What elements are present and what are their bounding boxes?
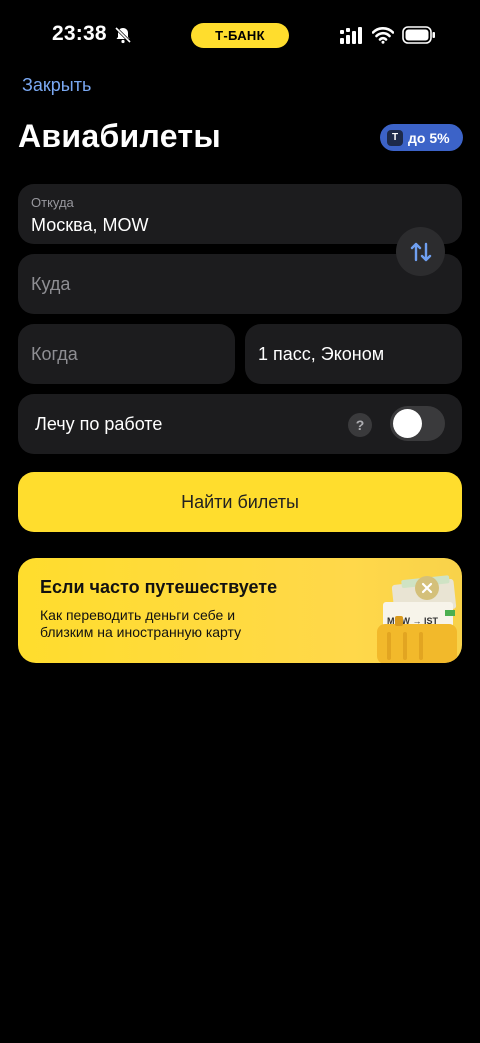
from-value: Москва, MOW [31, 215, 149, 235]
wifi-icon [372, 27, 394, 44]
from-field[interactable]: Откуда Москва, MOW [18, 184, 462, 244]
to-placeholder: Куда [31, 274, 71, 294]
t-logo-icon: Т [387, 129, 403, 146]
bell-slash-icon [114, 26, 132, 44]
close-icon [421, 582, 433, 594]
status-bar: 23:38 Т-БАНК [0, 0, 480, 70]
bank-pill[interactable]: Т-БАНК [191, 23, 289, 48]
date-placeholder: Когда [31, 344, 78, 364]
passengers-value: 1 пасс, Эконом [258, 344, 385, 364]
promo-banner[interactable]: Если часто путешествуете Как переводить … [18, 558, 462, 663]
business-trip-toggle[interactable] [390, 406, 445, 441]
swap-arrows-icon [410, 242, 431, 261]
from-label: Откуда [31, 195, 74, 210]
promo-title: Если часто путешествуете [40, 577, 278, 597]
cashback-badge[interactable]: Т до 5% [380, 124, 463, 151]
promo-text: Как переводить деньги себе и близким на … [40, 607, 242, 640]
close-button[interactable]: Закрыть [22, 75, 91, 96]
promo-close-button[interactable] [415, 576, 439, 600]
signal-icon [340, 27, 362, 44]
page-title: Авиабилеты [18, 118, 221, 154]
business-trip-label: Лечу по работе [35, 414, 163, 434]
to-field[interactable]: Куда [18, 254, 462, 314]
help-icon[interactable]: ? [348, 413, 372, 437]
swap-button[interactable] [396, 227, 445, 276]
battery-icon [402, 26, 435, 44]
cashback-label: до 5% [408, 129, 450, 146]
passengers-field[interactable]: 1 пасс, Эконом [245, 324, 462, 384]
date-field[interactable]: Когда [18, 324, 235, 384]
toggle-knob [393, 409, 422, 438]
status-time: 23:38 [52, 22, 107, 45]
business-trip-row: Лечу по работе ? [18, 394, 462, 454]
find-tickets-button[interactable]: Найти билеты [18, 472, 462, 532]
